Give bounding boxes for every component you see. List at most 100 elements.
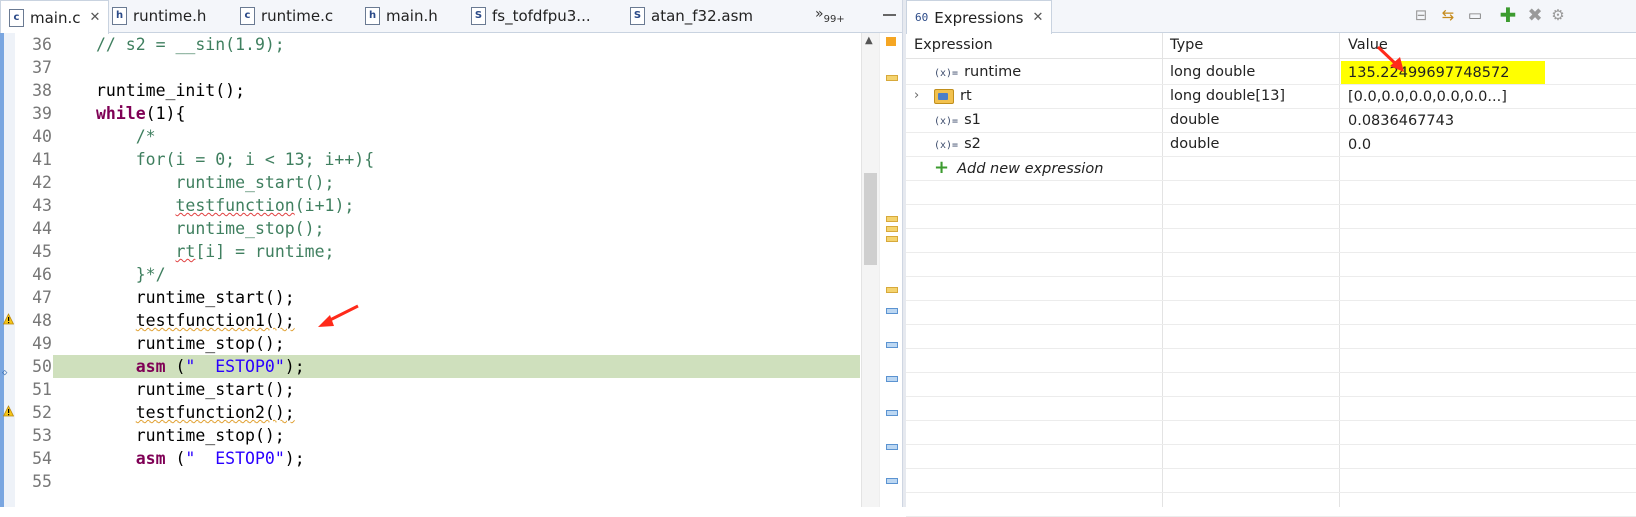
tab-label: atan_f32.asm (651, 7, 754, 25)
overview-ruler[interactable] (879, 33, 903, 507)
row-divider (906, 300, 1636, 301)
editor-tab-bar: c main.c ✕ h runtime.h c runtime.c h main.h Sfs_t… (0, 0, 902, 34)
scroll-up-icon[interactable]: ▲ (865, 35, 873, 46)
add-expression-icon[interactable]: ✚ (1498, 3, 1518, 27)
tab-overflow-button[interactable]: »99+ (815, 6, 845, 25)
row-divider (906, 372, 1636, 373)
tab-fs-tofdfpu3-[interactable]: Sfs_tofdfpu3... (463, 0, 599, 32)
expression-value-cell[interactable]: [0.0,0.0,0.0,0.0,0.0...] (1341, 85, 1507, 108)
plus-icon: + (934, 157, 950, 178)
expression-name-cell[interactable]: (x)= s2 (934, 132, 981, 156)
close-icon[interactable]: ✕ (90, 10, 101, 25)
code-line-46[interactable]: 46 }*/ (0, 263, 860, 286)
tab-runtime-h[interactable]: h runtime.h (104, 0, 214, 32)
overview-marker[interactable] (886, 410, 898, 416)
overview-marker[interactable] (886, 37, 896, 46)
file-c-icon: c (9, 8, 24, 27)
code-line-43[interactable]: 43 testfunction(i+1); (0, 194, 860, 217)
code-line-53[interactable]: 53 runtime_stop(); (0, 424, 860, 447)
scrollbar-thumb[interactable] (864, 173, 877, 265)
overview-marker[interactable] (886, 216, 898, 222)
code-text: testfunction(i+1); (96, 194, 354, 217)
line-number: 55 (32, 472, 52, 491)
overview-marker[interactable] (886, 287, 898, 293)
code-editor[interactable]: c main.c ✕ h runtime.h c runtime.c h main.h Sfs_t… (0, 0, 925, 507)
code-line-37[interactable]: 37 (0, 56, 860, 79)
expression-name-cell[interactable]: › rt (914, 84, 972, 108)
column-divider (1162, 33, 1163, 507)
vertical-scrollbar[interactable]: ▲ (861, 33, 879, 507)
code-token: runtime_start(); (96, 380, 295, 399)
expression-value-cell[interactable]: 135.22499697748572 (1341, 61, 1545, 84)
code-text: runtime_stop(); (96, 332, 285, 355)
code-line-52[interactable]: 52 testfunction2(); (0, 401, 860, 424)
code-token: ( (165, 449, 186, 468)
column-header-expression[interactable]: Expression (906, 33, 993, 58)
expression-name: s1 (964, 112, 981, 128)
expression-name-cell[interactable]: (x)= s1 (934, 108, 981, 132)
code-line-51[interactable]: 51 runtime_start(); (0, 378, 860, 401)
overview-marker[interactable] (886, 342, 898, 348)
remove-all-icon[interactable]: ⚙ (1548, 5, 1568, 25)
overview-marker[interactable] (886, 478, 898, 484)
expression-name: rt (960, 88, 972, 104)
close-icon[interactable]: ✕ (1033, 10, 1044, 25)
line-number: 39 (32, 104, 52, 123)
remove-expression-icon[interactable]: ✖ (1525, 5, 1545, 26)
expression-name-cell[interactable]: (x)= runtime (934, 60, 1021, 84)
row-divider (906, 132, 1636, 133)
code-line-50[interactable]: ◇ 50 asm (" ESTOP0"); (0, 355, 860, 378)
overview-marker[interactable] (886, 376, 898, 382)
expression-value-cell[interactable]: 0.0 (1341, 133, 1371, 156)
code-text: while(1){ (96, 102, 185, 125)
row-divider (906, 228, 1636, 229)
warning-icon[interactable] (3, 405, 14, 417)
header-divider (906, 58, 1636, 59)
code-line-39[interactable]: 39 while(1){ (0, 102, 860, 125)
code-line-54[interactable]: 54 asm (" ESTOP0"); (0, 447, 860, 470)
line-number: 54 (32, 449, 52, 468)
code-line-44[interactable]: 44 runtime_stop(); (0, 217, 860, 240)
code-line-47[interactable]: 47 runtime_start(); (0, 286, 860, 309)
code-area[interactable]: 36 // s2 = __sin(1.9); 37 38 runtime_init();… (0, 33, 860, 507)
code-line-45[interactable]: 45 rt[i] = runtime; (0, 240, 860, 263)
collapse-all-icon[interactable]: ⊟ (1411, 5, 1431, 25)
code-token: " ESTOP0" (185, 357, 285, 376)
overview-marker[interactable] (886, 308, 898, 314)
code-line-38[interactable]: 38 runtime_init(); (0, 79, 860, 102)
code-line-49[interactable]: 49 runtime_stop(); (0, 332, 860, 355)
row-divider (906, 492, 1636, 493)
code-token: asm (96, 449, 166, 468)
warning-icon[interactable] (3, 313, 14, 325)
tab-expressions[interactable]: 60 Expressions ✕ (906, 0, 1053, 34)
tab-runtime-c[interactable]: c runtime.c (232, 0, 341, 32)
overview-marker[interactable] (886, 226, 898, 232)
code-line-40[interactable]: 40 /* (0, 125, 860, 148)
code-line-36[interactable]: 36 // s2 = __sin(1.9); (0, 33, 860, 56)
hidden-tab-count: 99+ (823, 13, 845, 25)
code-line-55[interactable]: 55 (0, 470, 860, 493)
code-line-48[interactable]: 48 testfunction1(); (0, 309, 860, 332)
code-line-41[interactable]: 41 for(i = 0; i < 13; i++){ (0, 148, 860, 171)
minimize-icon[interactable] (883, 10, 896, 16)
tab-atan-f32-asm[interactable]: Satan_f32.asm (622, 0, 761, 32)
minus-box-icon[interactable]: ▭ (1465, 5, 1485, 25)
expression-value-cell[interactable]: 0.0836467743 (1341, 109, 1454, 132)
file-asm-icon: S (630, 7, 645, 25)
line-number: 52 (32, 403, 52, 422)
column-header-value[interactable]: Value (1340, 33, 1388, 58)
column-header-type[interactable]: Type (1162, 33, 1203, 58)
overview-marker[interactable] (886, 444, 898, 450)
overview-marker[interactable] (886, 75, 898, 81)
overview-marker[interactable] (886, 236, 898, 242)
expand-icon[interactable]: › (914, 84, 919, 108)
code-line-42[interactable]: 42 runtime_start(); (0, 171, 860, 194)
add-new-expression-row[interactable]: + Add new expression (934, 156, 1103, 180)
tab-main-c[interactable]: c main.c ✕ (0, 0, 110, 34)
tab-main-h[interactable]: h main.h (357, 0, 446, 32)
expand-icon[interactable]: ⇆ (1438, 5, 1458, 25)
code-token: testfunction (175, 196, 295, 215)
variable-icon: (x)= (934, 68, 959, 79)
